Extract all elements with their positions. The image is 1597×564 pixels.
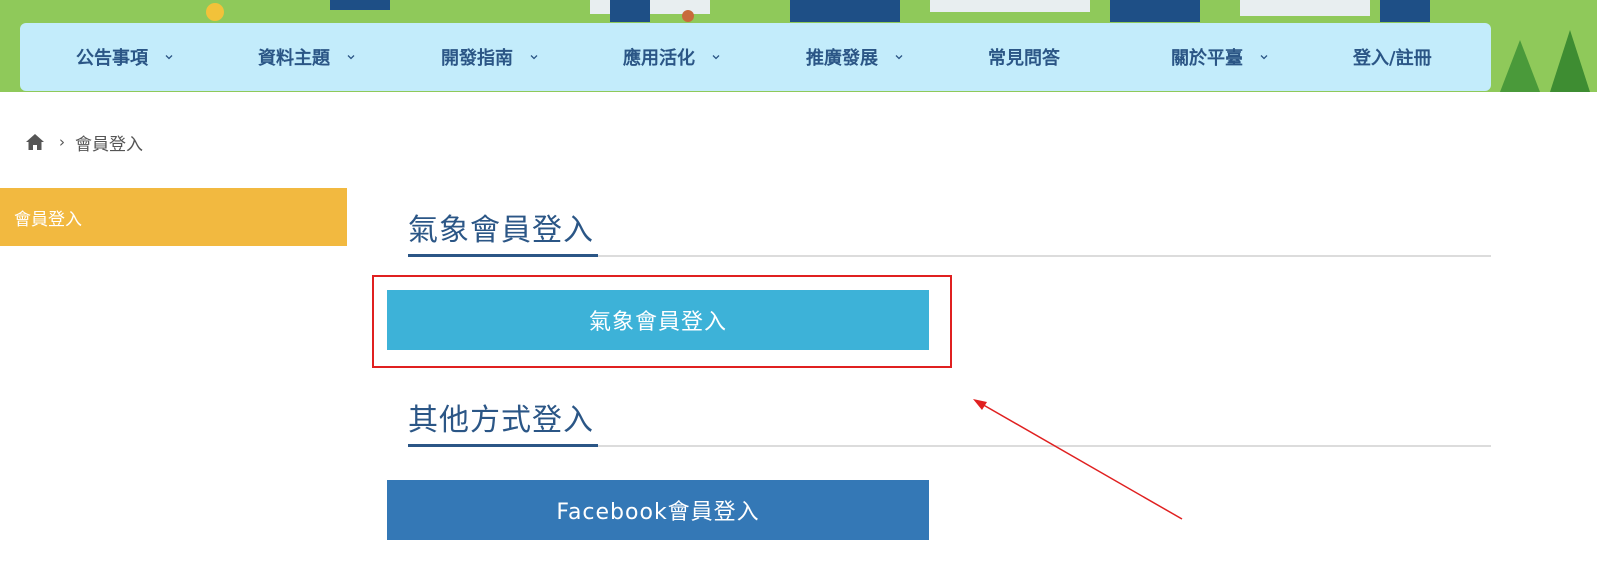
page: 公告事項 資料主題 開發指南 應用活化 推廣發展 常見問答 關於平臺 登入/註冊	[0, 0, 1597, 564]
annotation-arrow-icon	[973, 399, 1183, 520]
